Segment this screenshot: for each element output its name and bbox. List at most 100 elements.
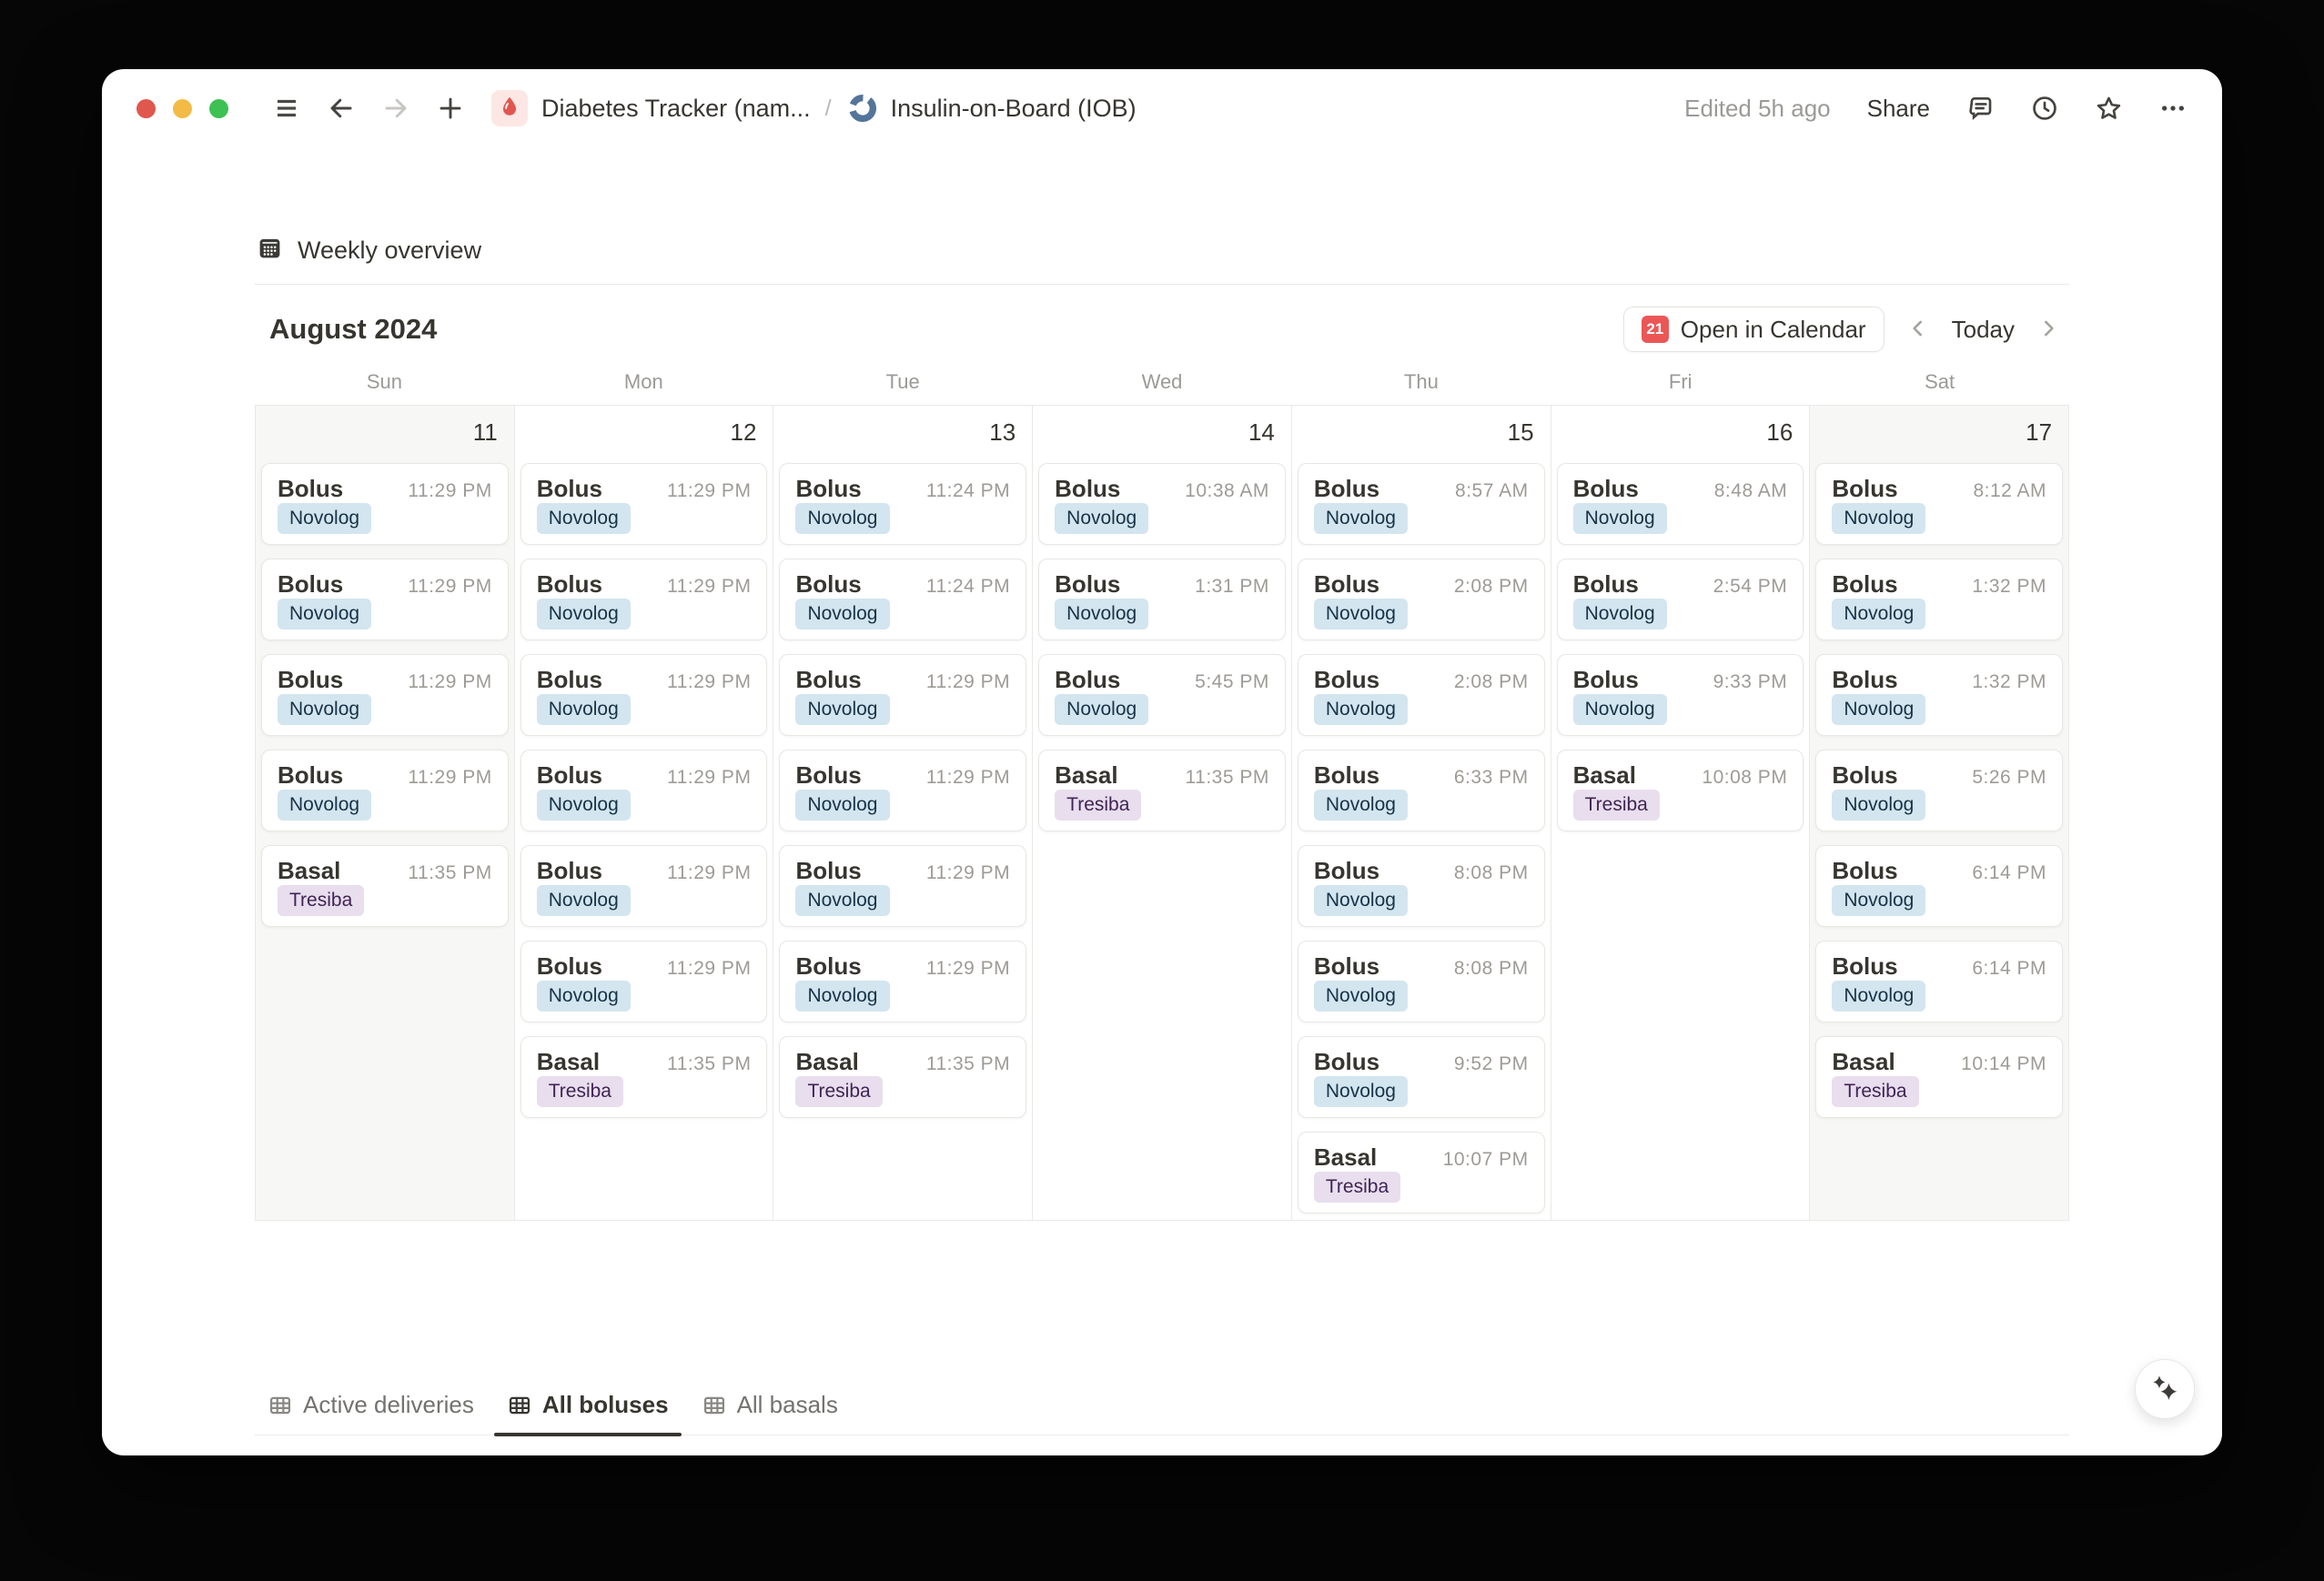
- event-card[interactable]: Bolus 10:38 AM Novolog: [1038, 463, 1286, 545]
- event-card[interactable]: Bolus 2:08 PM Novolog: [1297, 654, 1545, 736]
- forward-arrow-icon: [382, 95, 409, 122]
- event-card[interactable]: Bolus 11:29 PM Novolog: [520, 845, 768, 927]
- tab-all-boluses[interactable]: All boluses: [493, 1391, 682, 1436]
- event-card[interactable]: Bolus 11:29 PM Novolog: [520, 463, 768, 545]
- event-title: Bolus: [278, 475, 344, 502]
- event-card[interactable]: Bolus 11:29 PM Novolog: [261, 654, 509, 736]
- more-options-button[interactable]: [2158, 94, 2188, 123]
- event-card[interactable]: Bolus 1:32 PM Novolog: [1815, 654, 2064, 736]
- day-column: 11 Bolus 11:29 PM Novolog Bolus 11:29 PM Novol…: [255, 406, 515, 1220]
- event-card[interactable]: Bolus 1:31 PM Novolog: [1038, 559, 1286, 640]
- event-card[interactable]: Bolus 6:14 PM Novolog: [1815, 845, 2064, 927]
- event-card[interactable]: Bolus 11:29 PM Novolog: [520, 941, 768, 1022]
- table-icon: [507, 1393, 532, 1418]
- breadcrumb-page-label[interactable]: Insulin-on-Board (IOB): [891, 95, 1137, 123]
- event-card[interactable]: Bolus 11:29 PM Novolog: [261, 750, 509, 831]
- breadcrumb-separator: /: [824, 95, 832, 121]
- medication-tag: Novolog: [1572, 599, 1667, 630]
- day-column: 14 Bolus 10:38 AM Novolog Bolus 1:31 PM Novolo…: [1033, 406, 1292, 1220]
- event-card[interactable]: Bolus 9:52 PM Novolog: [1297, 1036, 1545, 1118]
- event-card[interactable]: Basal 10:08 PM Tresiba: [1556, 750, 1804, 831]
- event-title: Bolus: [278, 570, 344, 598]
- event-title: Bolus: [795, 857, 862, 884]
- event-card[interactable]: Basal 11:35 PM Tresiba: [261, 845, 509, 927]
- open-in-calendar-label: Open in Calendar: [1680, 315, 1866, 343]
- chevron-left-icon: [1906, 317, 1930, 343]
- app-window: Diabetes Tracker (nam... / Insulin-on-Bo…: [102, 69, 2222, 1455]
- open-in-calendar-button[interactable]: 21 Open in Calendar: [1622, 307, 1884, 352]
- date-number: 15: [1507, 418, 1534, 446]
- event-card[interactable]: Bolus 11:29 PM Novolog: [520, 654, 768, 736]
- tab-all-basals[interactable]: All basals: [689, 1391, 851, 1435]
- hamburger-icon: [273, 95, 300, 122]
- event-card[interactable]: Basal 10:14 PM Tresiba: [1815, 1036, 2064, 1118]
- new-page-button[interactable]: [437, 95, 464, 122]
- minimize-window-button[interactable]: [173, 98, 192, 118]
- next-week-button[interactable]: [2027, 317, 2069, 343]
- event-card[interactable]: Basal 10:07 PM Tresiba: [1297, 1132, 1545, 1213]
- breadcrumb-root-label[interactable]: Diabetes Tracker (nam...: [541, 95, 811, 123]
- today-button[interactable]: Today: [1945, 316, 2022, 344]
- event-card[interactable]: Bolus 11:29 PM Novolog: [261, 463, 509, 545]
- medication-tag: Novolog: [1313, 599, 1408, 630]
- event-card[interactable]: Basal 11:35 PM Tresiba: [1038, 750, 1286, 831]
- sidebar-menu-button[interactable]: [273, 95, 300, 122]
- medication-tag: Novolog: [795, 790, 890, 821]
- event-title: Bolus: [1055, 570, 1121, 598]
- date-number: 16: [1766, 418, 1794, 446]
- plus-icon: [437, 95, 464, 122]
- event-card[interactable]: Bolus 11:29 PM Novolog: [779, 941, 1027, 1022]
- medication-tag: Tresiba: [795, 1076, 883, 1108]
- event-card[interactable]: Bolus 8:12 AM Novolog: [1815, 463, 2064, 545]
- month-label: August 2024: [269, 313, 438, 345]
- favorite-button[interactable]: [2094, 94, 2124, 124]
- event-title: Basal: [1055, 761, 1118, 789]
- event-card[interactable]: Bolus 6:33 PM Novolog: [1297, 750, 1545, 831]
- tab-active-deliveries[interactable]: Active deliveries: [255, 1391, 487, 1435]
- event-card[interactable]: Bolus 11:29 PM Novolog: [520, 750, 768, 831]
- event-card[interactable]: Bolus 9:33 PM Novolog: [1556, 654, 1804, 736]
- zoom-window-button[interactable]: [209, 98, 228, 118]
- event-card[interactable]: Basal 11:35 PM Tresiba: [779, 1036, 1027, 1118]
- event-card[interactable]: Bolus 8:57 AM Novolog: [1297, 463, 1545, 545]
- event-card[interactable]: Bolus 8:48 AM Novolog: [1556, 463, 1804, 545]
- event-card[interactable]: Bolus 1:32 PM Novolog: [1815, 559, 2064, 640]
- updates-button[interactable]: [2030, 94, 2059, 123]
- event-card[interactable]: Bolus 8:08 PM Novolog: [1297, 845, 1545, 927]
- event-card[interactable]: Bolus 11:29 PM Novolog: [261, 559, 509, 640]
- share-button[interactable]: Share: [1867, 95, 1930, 123]
- event-card[interactable]: Bolus 11:29 PM Novolog: [779, 750, 1027, 831]
- table-icon: [702, 1393, 727, 1418]
- comments-button[interactable]: [1966, 94, 1996, 123]
- table-icon: [268, 1393, 293, 1418]
- view-title[interactable]: Weekly overview: [298, 237, 481, 265]
- breadcrumb-root[interactable]: [491, 90, 528, 126]
- event-card[interactable]: Basal 11:35 PM Tresiba: [520, 1036, 768, 1118]
- event-card[interactable]: Bolus 8:08 PM Novolog: [1297, 941, 1545, 1022]
- close-window-button[interactable]: [136, 98, 156, 118]
- forward-button[interactable]: [382, 95, 409, 122]
- blood-drop-icon: [498, 95, 521, 123]
- calendar-app-icon: 21: [1641, 316, 1669, 343]
- event-card[interactable]: Bolus 2:08 PM Novolog: [1297, 559, 1545, 640]
- ai-assistant-button[interactable]: [2135, 1359, 2195, 1419]
- event-title: Basal: [1832, 1048, 1895, 1075]
- chevron-right-icon: [2036, 317, 2060, 343]
- event-card[interactable]: Bolus 11:29 PM Novolog: [520, 559, 768, 640]
- event-time: 11:29 PM: [408, 767, 492, 788]
- event-card[interactable]: Bolus 2:54 PM Novolog: [1556, 559, 1804, 640]
- event-title: Bolus: [1313, 1048, 1380, 1075]
- event-card[interactable]: Bolus 11:24 PM Novolog: [779, 559, 1027, 640]
- previous-week-button[interactable]: [1897, 317, 1939, 343]
- event-title: Bolus: [1832, 570, 1898, 598]
- event-title: Bolus: [536, 475, 602, 502]
- back-button[interactable]: [328, 95, 355, 122]
- event-card[interactable]: Bolus 5:26 PM Novolog: [1815, 750, 2064, 831]
- calendar-view-icon: [257, 235, 283, 266]
- event-card[interactable]: Bolus 11:29 PM Novolog: [779, 845, 1027, 927]
- event-card[interactable]: Bolus 6:14 PM Novolog: [1815, 941, 2064, 1022]
- event-card[interactable]: Bolus 11:24 PM Novolog: [779, 463, 1027, 545]
- event-card[interactable]: Bolus 11:29 PM Novolog: [779, 654, 1027, 736]
- day-column: 13 Bolus 11:24 PM Novolog Bolus 11:24 PM Novol…: [773, 406, 1034, 1220]
- event-card[interactable]: Bolus 5:45 PM Novolog: [1038, 654, 1286, 736]
